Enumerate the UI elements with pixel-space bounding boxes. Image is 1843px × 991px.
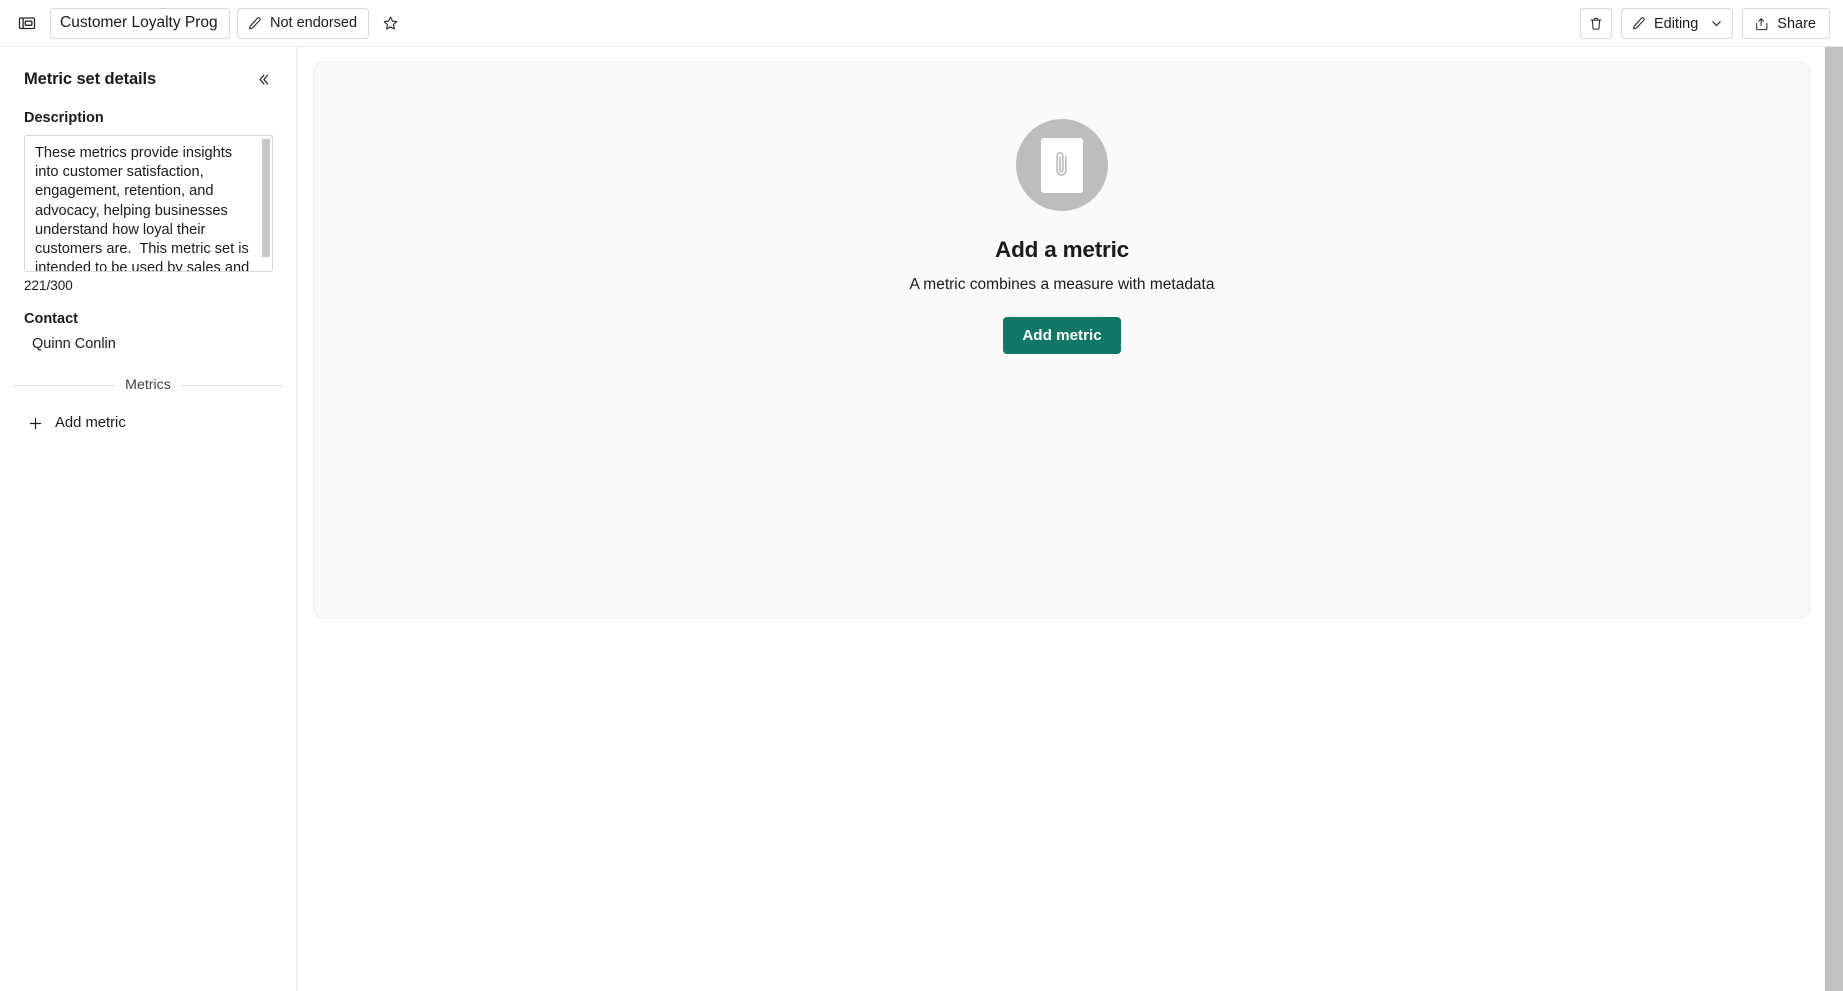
editing-mode-button[interactable]: Editing — [1620, 8, 1734, 39]
endorsement-label: Not endorsed — [270, 15, 358, 31]
contact-label: Contact — [24, 311, 78, 327]
page-scrollbar-thumb[interactable] — [1825, 47, 1843, 991]
plus-icon — [28, 416, 43, 431]
chevron-down-icon — [1710, 17, 1723, 30]
header-right-group: Editing Share — [1579, 0, 1830, 47]
description-character-counter: 221/300 — [24, 278, 73, 293]
trash-icon — [1588, 16, 1604, 32]
description-label: Description — [24, 110, 104, 126]
sidebar-title: Metric set details — [24, 69, 157, 88]
contact-value[interactable]: Quinn Conlin — [8, 336, 296, 352]
metric-set-title-input[interactable] — [50, 7, 230, 39]
divider-line-left — [12, 384, 116, 386]
endorsement-button[interactable]: Not endorsed — [237, 7, 370, 39]
main-content: Add a metric A metric combines a measure… — [298, 47, 1825, 991]
empty-state-title: Add a metric — [995, 237, 1129, 262]
description-field-wrapper: These metrics provide insights into cust… — [24, 135, 273, 272]
share-label: Share — [1777, 15, 1816, 32]
add-metric-button[interactable]: Add metric — [1003, 317, 1121, 354]
editing-label: Editing — [1653, 15, 1699, 32]
share-button[interactable]: Share — [1742, 8, 1830, 39]
paperclip-document-icon — [1016, 119, 1108, 211]
sidebar-add-metric-label: Add metric — [55, 415, 126, 431]
app-header: Not endorsed — [0, 0, 1843, 47]
description-scrollbar-thumb[interactable] — [262, 139, 270, 257]
sidebar-add-metric-button[interactable]: Add metric — [20, 409, 134, 437]
empty-state-content: Add a metric A metric combines a measure… — [315, 119, 1809, 354]
double-chevron-left-icon — [256, 72, 271, 87]
empty-state-subtitle: A metric combines a measure with metadat… — [909, 276, 1215, 293]
star-outline-icon — [382, 15, 399, 32]
layout-panel-icon-button[interactable] — [10, 7, 44, 39]
divider-line-right — [180, 384, 284, 386]
description-scrollbar-track[interactable] — [262, 137, 271, 271]
pencil-icon — [1631, 16, 1646, 31]
empty-state-card: Add a metric A metric combines a measure… — [314, 62, 1810, 618]
page-vertical-scrollbar[interactable] — [1825, 47, 1843, 991]
description-textarea[interactable]: These metrics provide insights into cust… — [25, 136, 272, 271]
collapse-sidebar-button[interactable] — [250, 66, 276, 92]
delete-button[interactable] — [1579, 8, 1612, 39]
layout-panel-icon — [17, 13, 37, 33]
header-left-group: Not endorsed — [0, 7, 405, 39]
pencil-icon — [247, 16, 262, 31]
app-root: Not endorsed — [0, 0, 1843, 991]
metrics-divider-label: Metrics — [125, 377, 171, 393]
metric-set-details-sidebar: Metric set details Description These met… — [0, 47, 297, 991]
favorite-button[interactable] — [375, 8, 405, 38]
sidebar-header: Metric set details — [0, 47, 296, 92]
document-page-shape — [1041, 137, 1083, 193]
share-icon — [1754, 16, 1770, 32]
metrics-divider: Metrics — [12, 377, 284, 393]
